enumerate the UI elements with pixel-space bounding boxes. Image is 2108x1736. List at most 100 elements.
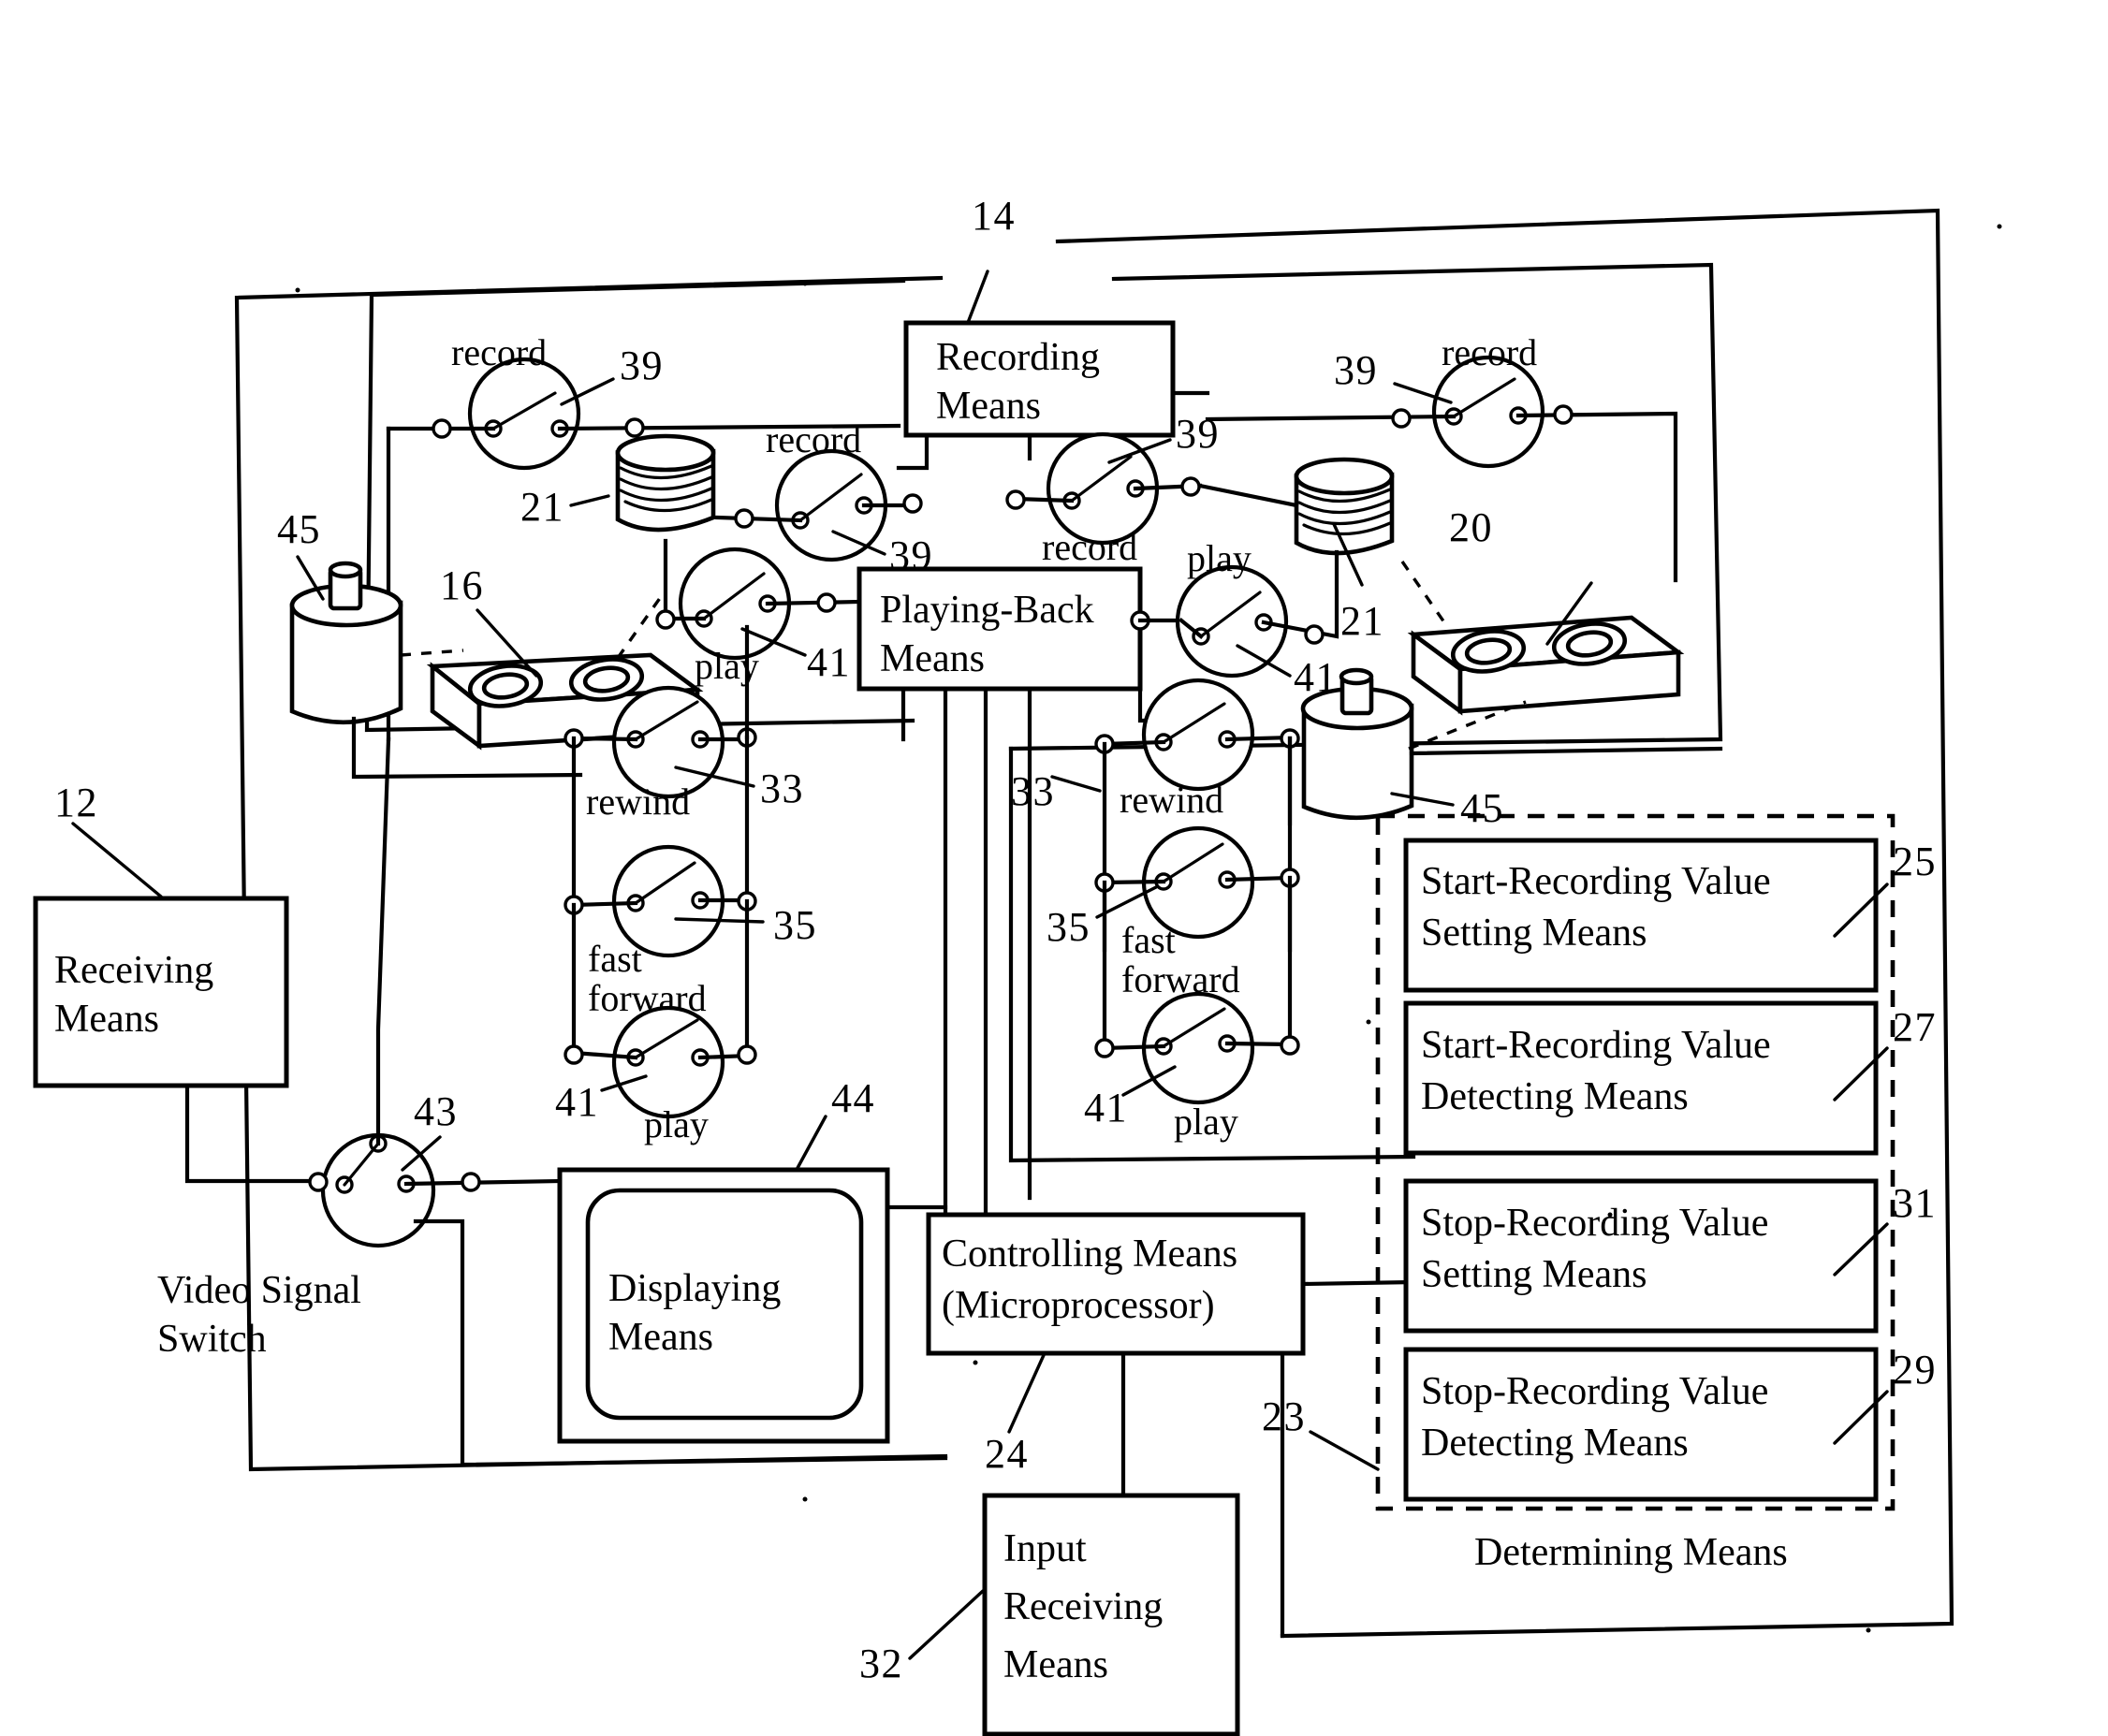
playing-back-line2: Means <box>880 637 985 680</box>
terminal-dot <box>624 417 645 438</box>
leader-21-left <box>569 494 610 507</box>
head-drum-right <box>1294 457 1395 556</box>
input-receiving-line1: Input <box>1003 1527 1087 1570</box>
leader-24 <box>1007 1353 1046 1434</box>
numeral-27: 27 <box>1893 1004 1937 1050</box>
terminal-dot <box>1304 624 1325 645</box>
switch-right-play-mid[interactable] <box>1175 564 1289 678</box>
numeral-35-right: 35 <box>1047 904 1091 950</box>
terminal-dot <box>1391 408 1412 429</box>
numeral-29: 29 <box>1893 1347 1937 1393</box>
terminal-dot <box>308 1172 329 1192</box>
terminal-dot <box>737 1044 757 1065</box>
displaying-means-line1: Displaying <box>608 1267 781 1310</box>
numeral-32: 32 <box>859 1641 903 1686</box>
receiving-means-line1: Receiving <box>54 949 213 992</box>
terminal-dot <box>734 508 754 529</box>
controlling-means-line2: (Microprocessor) <box>942 1284 1215 1327</box>
head-drum-left <box>615 433 716 532</box>
video-signal-switch-line1: Video Signal <box>157 1269 361 1312</box>
numeral-14: 14 <box>972 193 1016 239</box>
switch-video-signal[interactable] <box>320 1132 436 1248</box>
numeral-25: 25 <box>1893 839 1937 884</box>
strv-setting-line1: Stop-Recording Value <box>1421 1202 1768 1245</box>
switch-left-record-top-label: record <box>451 331 547 373</box>
input-receiving-line3: Means <box>1003 1643 1108 1686</box>
patent-figure: 14 Recording Means record 39 21 record 3… <box>0 0 2108 1736</box>
srv-detecting-line2: Detecting Means <box>1421 1075 1689 1118</box>
terminal-dot <box>655 609 676 630</box>
terminal-dot <box>1553 404 1574 425</box>
terminal-dot <box>1094 1038 1115 1058</box>
terminal-dot <box>902 493 923 514</box>
switch-right-play-bottom-label: play <box>1174 1101 1238 1143</box>
wire-right-record-top-out <box>1515 411 1678 583</box>
strv-detecting-line2: Detecting Means <box>1421 1422 1689 1465</box>
numeral-39-left-top: 39 <box>620 343 664 388</box>
numeral-41-right-bottom: 41 <box>1084 1085 1128 1131</box>
numeral-35-left: 35 <box>773 902 817 948</box>
numeral-33-right: 33 <box>1011 768 1055 814</box>
leader-23 <box>1309 1430 1380 1471</box>
leader-12 <box>71 822 163 898</box>
receiving-means-block <box>33 896 289 1088</box>
controlling-means-line1: Controlling Means <box>942 1233 1237 1276</box>
switch-right-rewind[interactable] <box>1141 678 1255 792</box>
numeral-23: 23 <box>1262 1393 1306 1439</box>
determining-means-label: Determining Means <box>1474 1531 1788 1574</box>
motor-left <box>289 561 403 725</box>
wire-controlling-to-determining <box>1300 1279 1414 1287</box>
terminal-dot <box>1180 476 1201 497</box>
switch-right-ff-line1: fast <box>1121 919 1176 961</box>
switch-right-play-mid-label: play <box>1187 537 1252 579</box>
wire-switch-to-display <box>403 1178 564 1187</box>
numeral-16: 16 <box>440 562 484 608</box>
leader-32 <box>908 1589 985 1660</box>
wire-receiving-to-switch <box>184 1083 321 1184</box>
switch-left-play-bottom-label: play <box>644 1103 709 1145</box>
dot-link-drum-cassette-right <box>1400 561 1448 626</box>
switch-right-rewind-label: rewind <box>1120 779 1223 821</box>
recording-means-line1: Recording <box>936 336 1100 379</box>
switch-left-play-bottom[interactable] <box>611 1005 725 1119</box>
displaying-means-line2: Means <box>608 1316 713 1359</box>
numeral-41-left-mid: 41 <box>807 639 851 685</box>
wire-drum-to-record-mid <box>714 515 803 523</box>
switch-left-record-mid-label: record <box>766 418 861 460</box>
switch-left-ff-line1: fast <box>588 938 642 980</box>
numeral-12: 12 <box>54 780 98 825</box>
switch-right-record-top[interactable] <box>1431 355 1545 469</box>
numeral-21-left: 21 <box>520 484 564 530</box>
numeral-45-right: 45 <box>1460 785 1504 831</box>
numeral-45-left: 45 <box>277 506 321 552</box>
leader-33-right <box>1050 775 1102 793</box>
wire-recording-left-out <box>896 432 930 471</box>
terminal-dot <box>1005 489 1026 510</box>
switch-left-record-top[interactable] <box>467 357 581 471</box>
playing-back-line1: Playing-Back <box>880 589 1094 632</box>
wire-record-mid-to-drum <box>1197 483 1299 508</box>
video-signal-switch-line2: Switch <box>157 1318 267 1361</box>
switch-right-ff-line2: forward <box>1121 958 1240 1000</box>
wire-right-record-top-in <box>1205 414 1457 422</box>
terminal-dot <box>816 592 837 613</box>
leader-14 <box>964 270 989 329</box>
wire-switch-to-upper <box>375 737 391 1146</box>
numeral-43: 43 <box>414 1088 458 1134</box>
terminal-dot <box>432 418 452 439</box>
numeral-41-left-bottom: 41 <box>555 1079 599 1125</box>
switch-left-play-mid-word: play <box>695 645 759 687</box>
srv-detecting-line1: Start-Recording Value <box>1421 1024 1771 1067</box>
switch-right-record-mid-label: record <box>1042 526 1137 568</box>
numeral-39-right-top: 39 <box>1334 347 1378 393</box>
strv-setting-line2: Setting Means <box>1421 1253 1647 1296</box>
input-receiving-line2: Receiving <box>1003 1585 1163 1628</box>
terminal-dot <box>1280 1035 1300 1056</box>
terminal-dot <box>461 1172 481 1192</box>
srv-setting-line2: Setting Means <box>1421 912 1647 955</box>
cassette-right <box>1407 615 1685 716</box>
dot-link-motor-cassette-left <box>400 649 464 657</box>
numeral-39-right-mid: 39 <box>1176 411 1220 457</box>
srv-setting-line1: Start-Recording Value <box>1421 860 1771 903</box>
diagram-canvas: 14 Recording Means record 39 21 record 3… <box>33 193 2002 1736</box>
